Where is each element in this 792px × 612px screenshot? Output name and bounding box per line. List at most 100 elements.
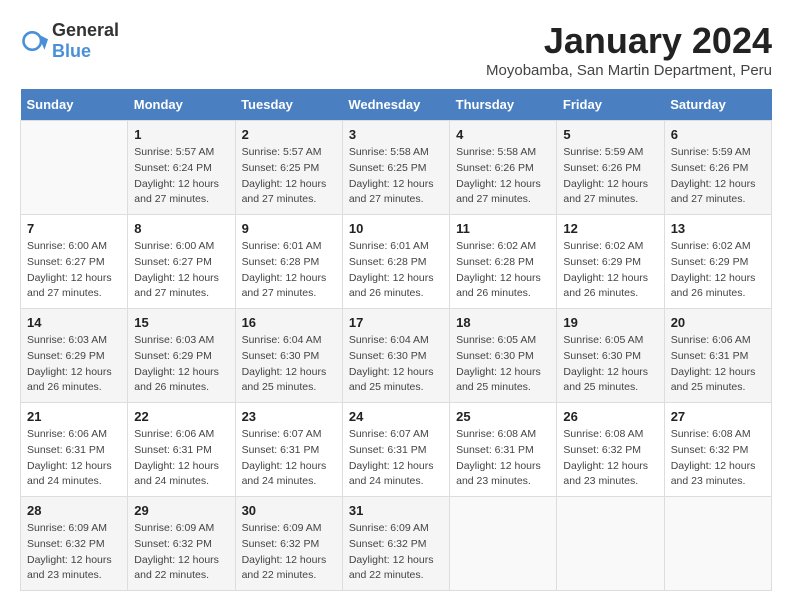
day-number: 16 bbox=[242, 315, 336, 330]
cell-w5-d3: 31 Sunrise: 6:09 AMSunset: 6:32 PMDayligh… bbox=[342, 497, 449, 591]
header-monday: Monday bbox=[128, 89, 235, 121]
day-info: Sunrise: 6:00 AMSunset: 6:27 PMDaylight:… bbox=[134, 239, 228, 302]
cell-w5-d6 bbox=[664, 497, 771, 591]
day-number: 11 bbox=[456, 221, 550, 236]
cell-w5-d2: 30 Sunrise: 6:09 AMSunset: 6:32 PMDayligh… bbox=[235, 497, 342, 591]
day-number: 21 bbox=[27, 409, 121, 424]
day-info: Sunrise: 6:09 AMSunset: 6:32 PMDaylight:… bbox=[27, 521, 121, 584]
calendar-header: SundayMondayTuesdayWednesdayThursdayFrid… bbox=[21, 89, 772, 121]
cell-w2-d6: 13Sunrise: 6:02 AMSunset: 6:29 PMDayligh… bbox=[664, 215, 771, 309]
day-info: Sunrise: 6:08 AMSunset: 6:32 PMDaylight:… bbox=[563, 427, 657, 490]
day-info: Sunrise: 5:57 AMSunset: 6:25 PMDaylight:… bbox=[242, 145, 336, 208]
day-number: 12 bbox=[563, 221, 657, 236]
logo-blue: Blue bbox=[52, 41, 91, 61]
cell-w4-d6: 27 Sunrise: 6:08 AMSunset: 6:32 PMDayligh… bbox=[664, 403, 771, 497]
calendar-body: 1 Sunrise: 5:57 AMSunset: 6:24 PMDaylight… bbox=[21, 121, 772, 591]
header-saturday: Saturday bbox=[664, 89, 771, 121]
day-number: 29 bbox=[134, 503, 228, 518]
day-number: 9 bbox=[242, 221, 336, 236]
day-info: Sunrise: 6:02 AMSunset: 6:28 PMDaylight:… bbox=[456, 239, 550, 302]
day-info: Sunrise: 6:03 AMSunset: 6:29 PMDaylight:… bbox=[27, 333, 121, 396]
day-info: Sunrise: 6:05 AMSunset: 6:30 PMDaylight:… bbox=[563, 333, 657, 396]
cell-w1-d0 bbox=[21, 121, 128, 215]
day-info: Sunrise: 6:04 AMSunset: 6:30 PMDaylight:… bbox=[349, 333, 443, 396]
day-number: 2 bbox=[242, 127, 336, 142]
day-number: 20 bbox=[671, 315, 765, 330]
cell-w4-d2: 23 Sunrise: 6:07 AMSunset: 6:31 PMDayligh… bbox=[235, 403, 342, 497]
logo-general: General bbox=[52, 20, 119, 40]
calendar-table: SundayMondayTuesdayWednesdayThursdayFrid… bbox=[20, 89, 772, 591]
day-number: 7 bbox=[27, 221, 121, 236]
main-title: January 2024 bbox=[486, 20, 772, 62]
logo-icon bbox=[20, 27, 48, 55]
cell-w4-d0: 21Sunrise: 6:06 AMSunset: 6:31 PMDayligh… bbox=[21, 403, 128, 497]
logo: General Blue bbox=[20, 20, 119, 62]
day-info: Sunrise: 6:09 AMSunset: 6:32 PMDaylight:… bbox=[134, 521, 228, 584]
cell-w5-d4 bbox=[450, 497, 557, 591]
day-number: 23 bbox=[242, 409, 336, 424]
day-number: 18 bbox=[456, 315, 550, 330]
day-info: Sunrise: 6:00 AMSunset: 6:27 PMDaylight:… bbox=[27, 239, 121, 302]
day-info: Sunrise: 6:03 AMSunset: 6:29 PMDaylight:… bbox=[134, 333, 228, 396]
cell-w3-d3: 17 Sunrise: 6:04 AMSunset: 6:30 PMDayligh… bbox=[342, 309, 449, 403]
cell-w3-d0: 14Sunrise: 6:03 AMSunset: 6:29 PMDayligh… bbox=[21, 309, 128, 403]
day-number: 30 bbox=[242, 503, 336, 518]
day-info: Sunrise: 6:08 AMSunset: 6:32 PMDaylight:… bbox=[671, 427, 765, 490]
cell-w5-d1: 29 Sunrise: 6:09 AMSunset: 6:32 PMDayligh… bbox=[128, 497, 235, 591]
header-thursday: Thursday bbox=[450, 89, 557, 121]
day-number: 15 bbox=[134, 315, 228, 330]
day-info: Sunrise: 6:09 AMSunset: 6:32 PMDaylight:… bbox=[242, 521, 336, 584]
day-info: Sunrise: 6:01 AMSunset: 6:28 PMDaylight:… bbox=[242, 239, 336, 302]
cell-w4-d1: 22Sunrise: 6:06 AMSunset: 6:31 PMDayligh… bbox=[128, 403, 235, 497]
cell-w1-d4: 4 Sunrise: 5:58 AMSunset: 6:26 PMDaylight… bbox=[450, 121, 557, 215]
cell-w1-d1: 1 Sunrise: 5:57 AMSunset: 6:24 PMDaylight… bbox=[128, 121, 235, 215]
logo-text: General Blue bbox=[52, 20, 119, 62]
cell-w3-d6: 20 Sunrise: 6:06 AMSunset: 6:31 PMDayligh… bbox=[664, 309, 771, 403]
day-number: 6 bbox=[671, 127, 765, 142]
day-number: 17 bbox=[349, 315, 443, 330]
cell-w2-d3: 10Sunrise: 6:01 AMSunset: 6:28 PMDayligh… bbox=[342, 215, 449, 309]
header-friday: Friday bbox=[557, 89, 664, 121]
day-info: Sunrise: 5:58 AMSunset: 6:26 PMDaylight:… bbox=[456, 145, 550, 208]
cell-w2-d1: 8Sunrise: 6:00 AMSunset: 6:27 PMDaylight… bbox=[128, 215, 235, 309]
day-number: 28 bbox=[27, 503, 121, 518]
week-row-3: 14Sunrise: 6:03 AMSunset: 6:29 PMDayligh… bbox=[21, 309, 772, 403]
day-info: Sunrise: 6:06 AMSunset: 6:31 PMDaylight:… bbox=[671, 333, 765, 396]
week-row-4: 21Sunrise: 6:06 AMSunset: 6:31 PMDayligh… bbox=[21, 403, 772, 497]
day-number: 22 bbox=[134, 409, 228, 424]
cell-w1-d5: 5 Sunrise: 5:59 AMSunset: 6:26 PMDaylight… bbox=[557, 121, 664, 215]
header-wednesday: Wednesday bbox=[342, 89, 449, 121]
cell-w2-d2: 9 Sunrise: 6:01 AMSunset: 6:28 PMDaylight… bbox=[235, 215, 342, 309]
day-number: 31 bbox=[349, 503, 443, 518]
day-number: 25 bbox=[456, 409, 550, 424]
day-number: 4 bbox=[456, 127, 550, 142]
cell-w5-d5 bbox=[557, 497, 664, 591]
week-row-2: 7 Sunrise: 6:00 AMSunset: 6:27 PMDaylight… bbox=[21, 215, 772, 309]
cell-w4-d4: 25 Sunrise: 6:08 AMSunset: 6:31 PMDayligh… bbox=[450, 403, 557, 497]
day-info: Sunrise: 6:07 AMSunset: 6:31 PMDaylight:… bbox=[242, 427, 336, 490]
day-number: 5 bbox=[563, 127, 657, 142]
day-info: Sunrise: 6:02 AMSunset: 6:29 PMDaylight:… bbox=[671, 239, 765, 302]
title-area: January 2024 Moyobamba, San Martin Depar… bbox=[486, 20, 772, 79]
day-info: Sunrise: 6:04 AMSunset: 6:30 PMDaylight:… bbox=[242, 333, 336, 396]
day-number: 19 bbox=[563, 315, 657, 330]
day-number: 1 bbox=[134, 127, 228, 142]
day-number: 27 bbox=[671, 409, 765, 424]
day-info: Sunrise: 6:05 AMSunset: 6:30 PMDaylight:… bbox=[456, 333, 550, 396]
day-info: Sunrise: 5:59 AMSunset: 6:26 PMDaylight:… bbox=[563, 145, 657, 208]
cell-w1-d2: 2 Sunrise: 5:57 AMSunset: 6:25 PMDaylight… bbox=[235, 121, 342, 215]
day-info: Sunrise: 6:09 AMSunset: 6:32 PMDaylight:… bbox=[349, 521, 443, 584]
day-info: Sunrise: 6:01 AMSunset: 6:28 PMDaylight:… bbox=[349, 239, 443, 302]
week-row-1: 1 Sunrise: 5:57 AMSunset: 6:24 PMDaylight… bbox=[21, 121, 772, 215]
header-sunday: Sunday bbox=[21, 89, 128, 121]
day-info: Sunrise: 5:58 AMSunset: 6:25 PMDaylight:… bbox=[349, 145, 443, 208]
cell-w3-d1: 15 Sunrise: 6:03 AMSunset: 6:29 PMDayligh… bbox=[128, 309, 235, 403]
header-tuesday: Tuesday bbox=[235, 89, 342, 121]
day-number: 3 bbox=[349, 127, 443, 142]
day-info: Sunrise: 5:57 AMSunset: 6:24 PMDaylight:… bbox=[134, 145, 228, 208]
cell-w1-d6: 6Sunrise: 5:59 AMSunset: 6:26 PMDaylight… bbox=[664, 121, 771, 215]
subtitle: Moyobamba, San Martin Department, Peru bbox=[486, 62, 772, 79]
cell-w2-d5: 12Sunrise: 6:02 AMSunset: 6:29 PMDayligh… bbox=[557, 215, 664, 309]
day-info: Sunrise: 6:08 AMSunset: 6:31 PMDaylight:… bbox=[456, 427, 550, 490]
cell-w5-d0: 28 Sunrise: 6:09 AMSunset: 6:32 PMDayligh… bbox=[21, 497, 128, 591]
